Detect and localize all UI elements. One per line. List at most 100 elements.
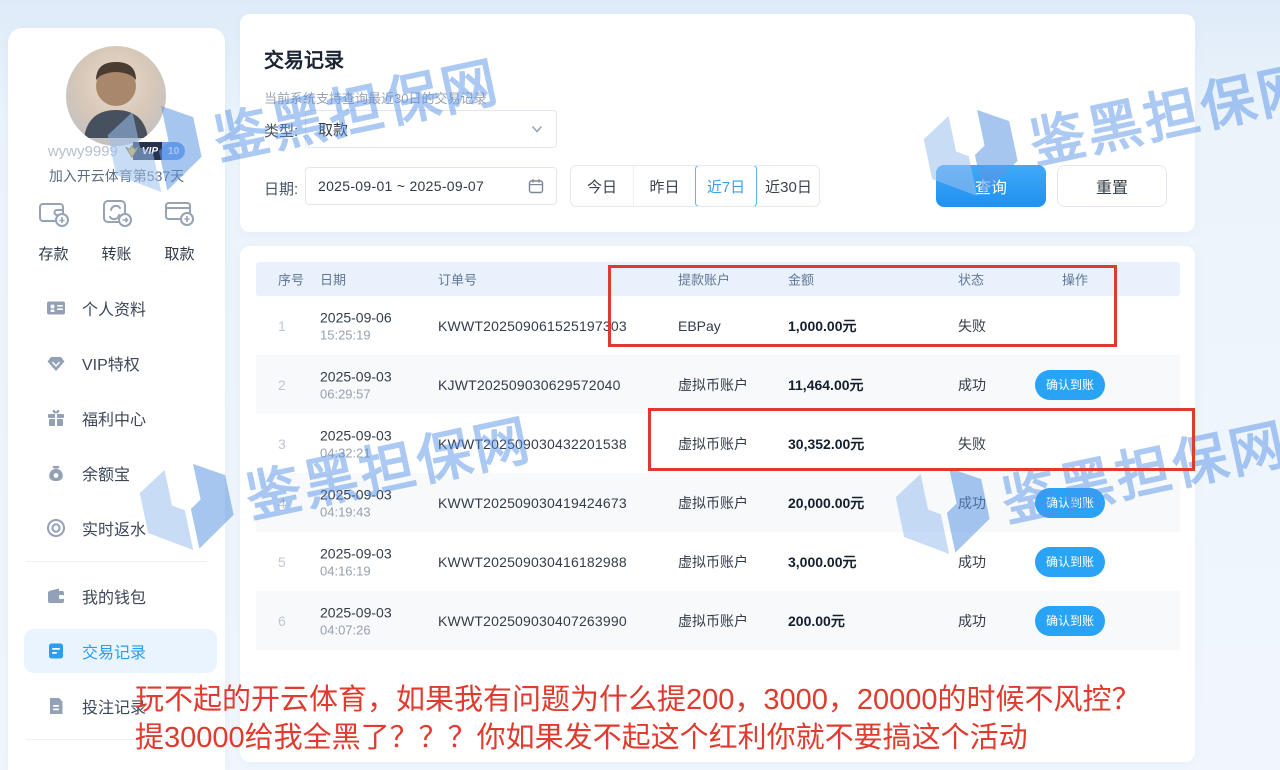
type-select[interactable]: 取款 <box>305 110 557 148</box>
row-withdraw-account: 虚拟币账户 <box>678 493 748 513</box>
table-header: 序号日期订单号提款账户金额状态操作 <box>256 262 1180 296</box>
quick-actions: 存款 转账 取款 <box>8 196 225 264</box>
type-label: 类型: <box>264 120 298 141</box>
sidebar-item-label: 实时返水 <box>82 516 146 540</box>
table-body: 1 2025-09-0615:25:19 KWWT202509061525197… <box>256 296 1180 650</box>
vip-diamond-icon <box>46 353 66 373</box>
column-header-状态: 状态 <box>958 270 984 289</box>
username: wywy9999 <box>48 143 118 160</box>
date-range-picker[interactable]: 2025-09-01 ~ 2025-09-07 <box>305 167 557 205</box>
row-status: 成功 <box>958 493 986 513</box>
sidebar-item-label: 交易记录 <box>82 639 146 663</box>
sidebar-item-个人资料[interactable]: 个人资料 <box>8 280 225 335</box>
row-status: 成功 <box>958 611 986 631</box>
page-subtitle: 当前系统支持查询最近30日的交易记录 <box>264 88 486 107</box>
row-withdraw-account: EBPay <box>678 318 721 334</box>
range-button-近7日[interactable]: 近7日 <box>695 165 757 207</box>
row-index: 4 <box>278 495 286 511</box>
quick-action-label: 转账 <box>101 243 131 264</box>
row-order-number: KWWT202509030407263990 <box>438 613 627 629</box>
sidebar-item-label: 福利中心 <box>82 406 146 430</box>
confirm-receipt-button[interactable]: 确认到账 <box>1035 547 1105 577</box>
row-index: 6 <box>278 613 286 629</box>
quick-range-group: 今日昨日近7日近30日 <box>570 165 820 207</box>
column-header-提款账户: 提款账户 <box>678 270 730 289</box>
money-bag-icon <box>46 463 66 483</box>
row-date: 2025-09-0304:16:19 <box>320 545 392 578</box>
row-amount: 1,000.00元 <box>788 316 857 336</box>
row-date: 2025-09-0304:32:21 <box>320 427 392 460</box>
profile-card-icon <box>46 298 66 318</box>
sidebar-item-余额宝[interactable]: 余额宝 <box>8 445 225 500</box>
vip-badge: VIP 10 <box>124 142 185 160</box>
sidebar-item-label: 余额宝 <box>82 461 130 485</box>
quick-action-取款[interactable]: 取款 <box>163 196 197 264</box>
gift-icon <box>46 408 66 428</box>
row-index: 1 <box>278 318 286 334</box>
row-order-number: KWWT202509030419424673 <box>438 495 627 511</box>
sidebar-item-实时返水[interactable]: 实时返水 <box>8 500 225 555</box>
table-row: 4 2025-09-0304:19:43 KWWT202509030419424… <box>256 473 1180 532</box>
confirm-receipt-button[interactable]: 确认到账 <box>1035 606 1105 636</box>
sidebar-item-我的钱包[interactable]: 我的钱包 <box>8 568 225 623</box>
column-header-序号: 序号 <box>278 270 304 289</box>
vip-wings-icon <box>124 143 140 159</box>
column-header-金额: 金额 <box>788 270 814 289</box>
type-select-value: 取款 <box>318 119 530 140</box>
filter-card: 交易记录 当前系统支持查询最近30日的交易记录 类型: 取款 日期: 2025-… <box>240 14 1195 232</box>
table-row: 6 2025-09-0304:07:26 KWWT202509030407263… <box>256 591 1180 650</box>
row-amount: 30,352.00元 <box>788 434 864 454</box>
sidebar-item-福利中心[interactable]: 福利中心 <box>8 390 225 445</box>
search-button[interactable]: 查询 <box>936 165 1046 207</box>
row-withdraw-account: 虚拟币账户 <box>678 611 748 631</box>
row-date: 2025-09-0306:29:57 <box>320 368 392 401</box>
row-amount: 200.00元 <box>788 611 845 631</box>
row-index: 3 <box>278 436 286 452</box>
quick-action-label: 存款 <box>38 243 68 264</box>
transfer-icon <box>100 196 134 235</box>
range-button-昨日[interactable]: 昨日 <box>633 166 695 206</box>
confirm-receipt-button[interactable]: 确认到账 <box>1035 370 1105 400</box>
row-amount: 20,000.00元 <box>788 493 864 513</box>
bet-records-icon <box>46 696 66 716</box>
table-row: 1 2025-09-0615:25:19 KWWT202509061525197… <box>256 296 1180 355</box>
row-date: 2025-09-0304:19:43 <box>320 486 392 519</box>
quick-action-存款[interactable]: 存款 <box>37 196 71 264</box>
quick-action-label: 取款 <box>164 243 194 264</box>
quick-action-转账[interactable]: 转账 <box>100 196 134 264</box>
transaction-records-icon <box>46 641 66 661</box>
column-header-日期: 日期 <box>320 270 346 289</box>
sidebar-item-label: 我的钱包 <box>82 584 146 608</box>
avatar[interactable] <box>66 46 166 146</box>
row-amount: 3,000.00元 <box>788 552 857 572</box>
sidebar-item-交易记录[interactable]: 交易记录 <box>8 623 225 678</box>
sidebar-item-VIP特权[interactable]: VIP特权 <box>8 335 225 390</box>
row-status: 成功 <box>958 375 986 395</box>
row-status: 成功 <box>958 552 986 572</box>
rebate-circle-icon <box>46 518 66 538</box>
confirm-receipt-button[interactable]: 确认到账 <box>1035 488 1105 518</box>
date-label: 日期: <box>264 178 298 199</box>
calendar-icon <box>528 178 544 194</box>
wallet-icon <box>46 586 66 606</box>
row-date: 2025-09-0304:07:26 <box>320 604 392 637</box>
sidebar: wywy9999 VIP 10 加入开云体育第537天 存款 转账 取款 个人资… <box>8 28 225 770</box>
range-button-近30日[interactable]: 近30日 <box>757 166 819 206</box>
table-row: 3 2025-09-0304:32:21 KWWT202509030432201… <box>256 414 1180 473</box>
vip-level: 10 <box>162 142 185 160</box>
date-range-value: 2025-09-01 ~ 2025-09-07 <box>318 178 528 194</box>
range-button-今日[interactable]: 今日 <box>571 166 633 206</box>
row-date: 2025-09-0615:25:19 <box>320 309 392 342</box>
row-order-number: KJWT202509030629572040 <box>438 377 621 393</box>
sidebar-item-label: 个人资料 <box>82 296 146 320</box>
joined-days-text: 加入开云体育第537天 <box>8 166 225 186</box>
table-row: 5 2025-09-0304:16:19 KWWT202509030416182… <box>256 532 1180 591</box>
sidebar-item-label: VIP特权 <box>82 351 140 375</box>
reset-button[interactable]: 重置 <box>1057 165 1167 207</box>
row-index: 2 <box>278 377 286 393</box>
complaint-text-line1: 玩不起的开云体育，如果我有问题为什么提200，3000，20000的时候不风控？ <box>135 676 1141 718</box>
row-status: 失败 <box>958 434 986 454</box>
table-row: 2 2025-09-0306:29:57 KJWT202509030629572… <box>256 355 1180 414</box>
row-order-number: KWWT202509030416182988 <box>438 554 627 570</box>
row-order-number: KWWT202509061525197303 <box>438 318 627 334</box>
